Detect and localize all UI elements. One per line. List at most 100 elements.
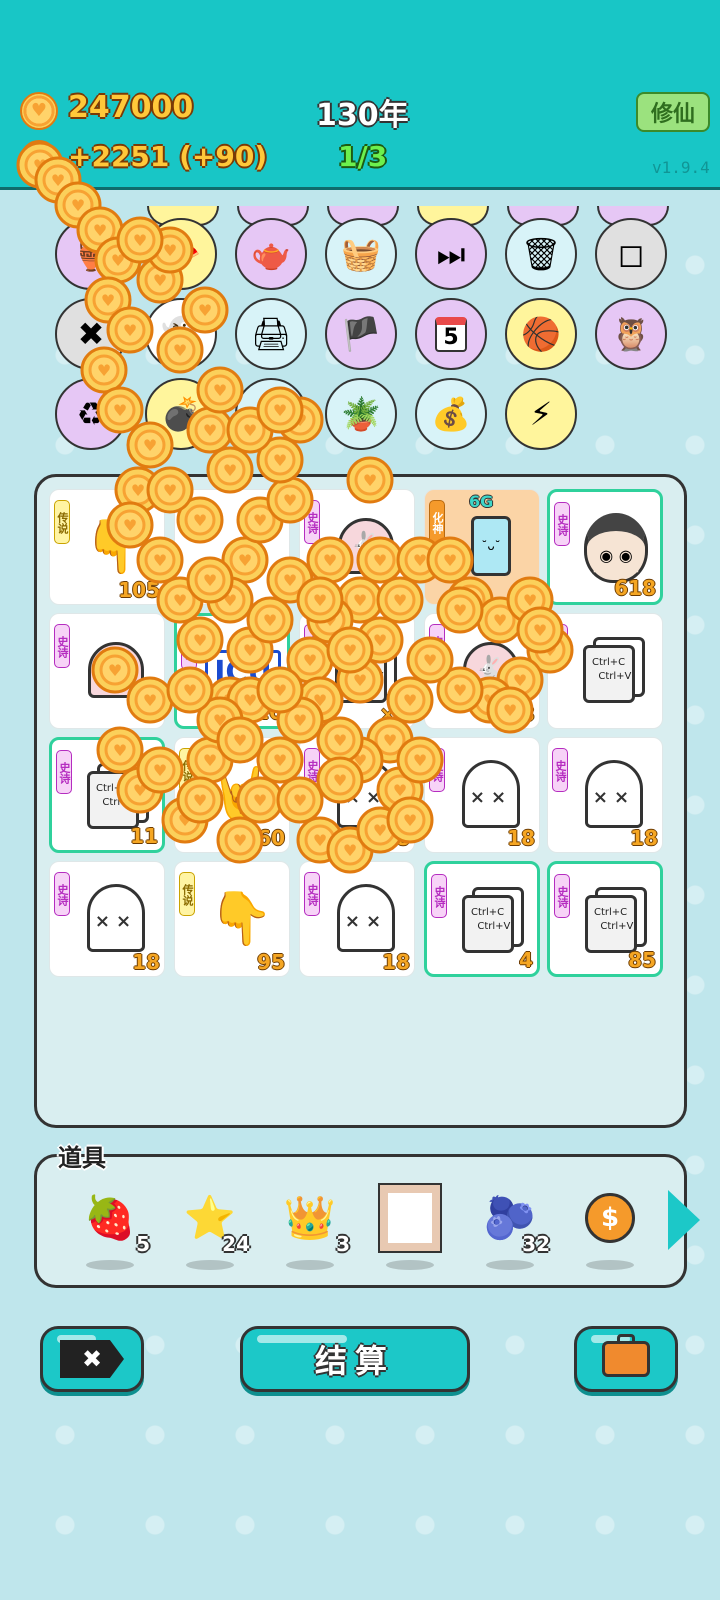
item-slot-3[interactable]: 👑 3 (270, 1182, 350, 1272)
ghost-icon: ×× (324, 754, 408, 834)
rarity-tag: 传说 (179, 748, 195, 792)
settle-button[interactable]: 结算 (240, 1326, 470, 1392)
card-count: 618 (614, 576, 656, 600)
money-bag-icon[interactable]: 💰 (415, 378, 487, 450)
card-count: 105 (118, 578, 160, 602)
coin-total: 247000 (68, 90, 194, 125)
skip-icon[interactable]: ⏭ (415, 218, 487, 290)
flower-icon[interactable]: ✿ (235, 378, 307, 450)
rarity-tag: 史诗 (554, 874, 570, 918)
board-card-5[interactable]: 史诗 ◉ ◉ 618 (547, 489, 663, 605)
board-card-19[interactable]: 史诗 Ctrl+C Ctrl+V 4 (424, 861, 540, 977)
bunny-lantern-icon: 🐇 (74, 630, 158, 710)
bunny-lantern-icon: 🐇 (324, 506, 408, 586)
card-count: ×7 (379, 702, 410, 726)
crown-icon: 👑 (283, 1193, 337, 1242)
ghost-relic-icon[interactable]: 👻 (145, 298, 217, 370)
rarity-tag: 史诗 (56, 750, 72, 794)
card-count: 11 (130, 824, 158, 848)
trash-bag-icon[interactable]: 🗑 (505, 218, 577, 290)
items-title: 道具 (58, 1144, 106, 1172)
sugar-cubes-icon[interactable]: ◻ (595, 218, 667, 290)
gravy-boat-icon[interactable]: 🫖 (235, 218, 307, 290)
item-slot-5[interactable]: 🫐 32 (470, 1182, 550, 1272)
item-slot-2[interactable]: ⭐ 24 (170, 1182, 250, 1272)
board-card-1[interactable]: 传说 👇 105 (49, 489, 165, 605)
ghost-icon: ×× (572, 754, 656, 834)
top-bar: ♥ 247000 ♥ +2251 (+90) 130年 1/3 修仙 v1.9.… (0, 0, 720, 190)
flower-pot-icon[interactable]: 🪴 (325, 378, 397, 450)
eyepatch-icon[interactable]: 🏴 (325, 298, 397, 370)
board-card-6[interactable]: 史诗 🐇 (49, 613, 165, 729)
briefcase-button[interactable] (574, 1326, 678, 1392)
board-card-3[interactable]: 史诗 🐇 (299, 489, 415, 605)
coin-icon: ♥ (20, 92, 58, 130)
ghost-icon: ×× (74, 878, 158, 958)
board-card-10[interactable]: 史诗 Ctrl+C Ctrl+V (547, 613, 663, 729)
rarity-tag: 史诗 (552, 624, 568, 668)
basketballs-icon[interactable]: 🏀 (505, 298, 577, 370)
rarity-tag: 史诗 (304, 624, 320, 668)
bomb-icon[interactable]: 💣 (145, 378, 217, 450)
discard-icon: ✖ (60, 1340, 124, 1378)
board-card-14[interactable]: 史诗 ×× 18 (424, 737, 540, 853)
fan-icon[interactable]: 🪭 (145, 218, 217, 290)
owl-icon[interactable]: 🦉 (595, 298, 667, 370)
rarity-tag: 史诗 (54, 624, 70, 668)
item-slot-1[interactable]: 🍓 5 (70, 1182, 150, 1272)
vase-icon[interactable]: 🏺 (55, 218, 127, 290)
rarity-tag: 史诗 (181, 626, 197, 670)
card-count: 3 (521, 702, 535, 726)
pointing-hand-icon: 👇 (208, 888, 274, 949)
board-card-20[interactable]: 史诗 Ctrl+C Ctrl+V 85 (547, 861, 663, 977)
rock-hand-icon: 🤘 (208, 764, 274, 825)
rarity-tag: 史诗 (304, 500, 320, 544)
xiuxian-button[interactable]: 修仙 (636, 92, 710, 132)
fruit-basket-icon[interactable]: 🧺 (325, 218, 397, 290)
next-arrow-icon[interactable] (668, 1190, 700, 1250)
card-count: 4 (519, 948, 533, 972)
x-card-icon[interactable]: ✖ (55, 298, 127, 370)
card-count: 18 (132, 950, 160, 974)
rarity-tag: 史诗 (304, 748, 320, 792)
ctrl-cv-icon: Ctrl+C Ctrl+V (572, 630, 656, 710)
version-label: v1.9.4 (652, 158, 710, 177)
rarity-tag: 史诗 (431, 874, 447, 918)
item-count: 32 (522, 1232, 550, 1256)
fridge-icon: ˘ᴗ˘ (449, 506, 533, 586)
board-card-17[interactable]: 传说 👇 95 (174, 861, 290, 977)
board-card-15[interactable]: 史诗 ×× 18 (547, 737, 663, 853)
board-card-9[interactable]: 史诗 🐇 3 (424, 613, 540, 729)
board-card-12[interactable]: 传说 🤘 160 (174, 737, 290, 853)
board-card-7[interactable]: 史诗 ICU ×10 (174, 613, 290, 729)
rarity-tag: 史诗 (304, 872, 320, 916)
item-slot-4[interactable] (370, 1182, 450, 1272)
rarity-tag: 史诗 (554, 502, 570, 546)
item-slot-6[interactable]: $ (570, 1182, 650, 1272)
board-card-8[interactable]: 史诗 Ctrl+C Ctrl+V ×7 (299, 613, 415, 729)
lychee-icon: 🍓 (83, 1193, 137, 1242)
ghost-icon: ×× (324, 878, 408, 958)
rarity-tag: 传说 (179, 872, 195, 916)
printer-icon[interactable]: 🖨 (235, 298, 307, 370)
rarity-tag: 史诗 (552, 748, 568, 792)
rarity-tag: 史诗 (429, 624, 445, 668)
calendar-icon[interactable]: 5 (415, 298, 487, 370)
board-card-11[interactable]: 史诗 Ctrl+C Ctrl+V 11 (49, 737, 165, 853)
board-card-13[interactable]: 史诗 ×× 18 (299, 737, 415, 853)
rarity-tag: 传说 (54, 500, 70, 544)
recycle-icon[interactable]: ♻ (55, 378, 127, 450)
item-count: 3 (336, 1232, 350, 1256)
board-card-4[interactable]: 化神 6G ˘ᴗ˘ (424, 489, 540, 605)
dollar-coin-icon: $ (580, 1188, 640, 1248)
board-card-18[interactable]: 史诗 ×× 18 (299, 861, 415, 977)
lightning-icon[interactable]: ⚡ (505, 378, 577, 450)
coin-cluster (199, 506, 283, 586)
discard-button[interactable]: ✖ (40, 1326, 144, 1392)
year-counter: 130年 (316, 98, 409, 133)
coin-income-icon: ♥ (20, 140, 58, 178)
rarity-tag: 史诗 (429, 748, 445, 792)
board-card-16[interactable]: 史诗 ×× 18 (49, 861, 165, 977)
board-card-2[interactable] (174, 489, 290, 605)
card-count: 85 (628, 948, 656, 972)
